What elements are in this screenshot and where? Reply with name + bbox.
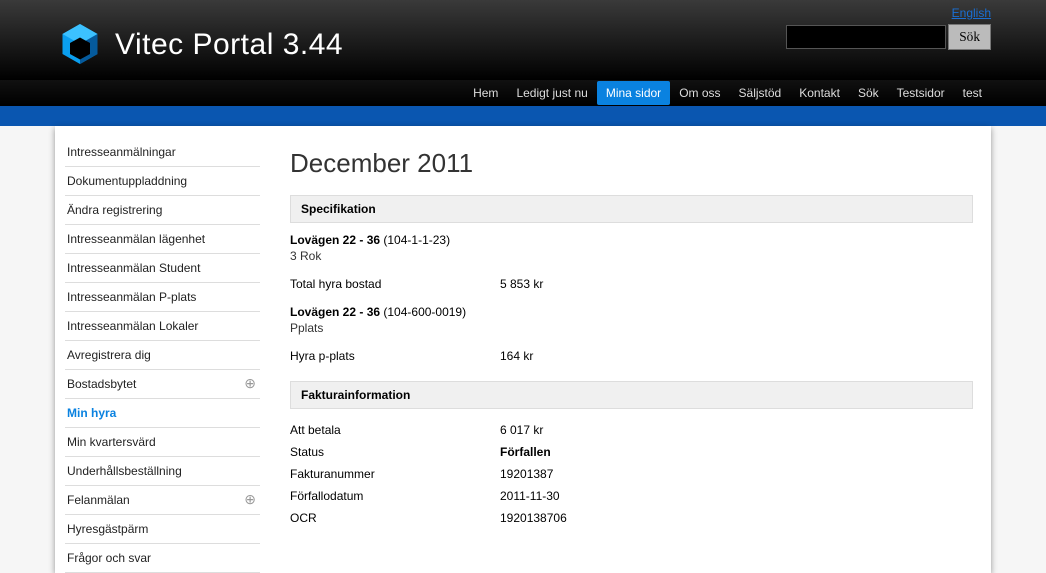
page-title: December 2011 [290,148,973,179]
section-header-spec: Specifikation [290,195,973,223]
invoice-row-value: Förfallen [500,445,551,459]
sidebar-item-dokumentuppladdning[interactable]: Dokumentuppladdning [65,167,260,196]
spec2-type: Pplats [290,319,973,335]
nav-item-säljstöd[interactable]: Säljstöd [730,81,791,105]
nav-item-testsidor[interactable]: Testsidor [888,81,954,105]
sidebar: IntresseanmälningarDokumentuppladdningÄn… [65,138,260,573]
sidebar-item-bostadsbytet[interactable]: Bostadsbytet⊕ [65,370,260,399]
sidebar-item-intresseanm-lan-student[interactable]: Intresseanmälan Student [65,254,260,283]
nav-item-sök[interactable]: Sök [849,81,888,105]
spec2-code: (104-600-0019) [380,305,466,319]
sidebar-item--ndra-registrering[interactable]: Ändra registrering [65,196,260,225]
sidebar-item-avregistrera-dig[interactable]: Avregistrera dig [65,341,260,370]
invoice-row-value: 6 017 kr [500,423,543,437]
search-input[interactable] [786,25,946,49]
sidebar-item-fr-gor-och-svar[interactable]: Frågor och svar [65,544,260,573]
sidebar-item-intresseanm-lan-p-plats[interactable]: Intresseanmälan P-plats [65,283,260,312]
top-bar: English Sök Vitec Portal 3.44 [0,0,1046,80]
main-content: December 2011 Specifikation Lovägen 22 -… [290,138,973,573]
sidebar-item-underh-llsbest-llning[interactable]: Underhållsbeställning [65,457,260,486]
sidebar-item-min-hyra[interactable]: Min hyra [65,399,260,428]
content-area: IntresseanmälningarDokumentuppladdningÄn… [0,126,1046,573]
section-header-invoice: Fakturainformation [290,381,973,409]
invoice-row: Förfallodatum2011-11-30 [290,485,973,507]
sidebar-item-hyresg-stp-rm[interactable]: Hyresgästpärm [65,515,260,544]
invoice-row: Att betala6 017 kr [290,419,973,441]
spec2-row-label: Hyra p-plats [290,349,500,363]
spec1-row-value: 5 853 kr [500,277,543,291]
spec1-code: (104-1-1-23) [380,233,450,247]
spec1-row-label: Total hyra bostad [290,277,500,291]
search-button[interactable]: Sök [948,24,991,50]
language-link[interactable]: English [952,6,991,20]
expand-icon[interactable]: ⊕ [244,377,256,389]
nav-item-test[interactable]: test [954,81,991,105]
nav-item-om-oss[interactable]: Om oss [670,81,729,105]
spec2-name: Lovägen 22 - 36 [290,305,380,319]
sidebar-item-intresseanm-lningar[interactable]: Intresseanmälningar [65,138,260,167]
sidebar-item-min-kvartersv-rd[interactable]: Min kvartersvärd [65,428,260,457]
nav-item-kontakt[interactable]: Kontakt [790,81,849,105]
nav-item-mina-sidor[interactable]: Mina sidor [597,81,670,105]
logo-text: Vitec Portal 3.44 [115,28,343,62]
invoice-row-label: Status [290,445,500,459]
sidebar-item-intresseanm-lan-l-genhet[interactable]: Intresseanmälan lägenhet [65,225,260,254]
nav-bar: HemLedigt just nuMina sidorOm ossSäljstö… [0,80,1046,106]
invoice-row-label: OCR [290,511,500,525]
expand-icon[interactable]: ⊕ [244,493,256,505]
invoice-row-value: 19201387 [500,467,553,481]
logo-icon [55,20,105,70]
nav-item-ledigt-just-nu[interactable]: Ledigt just nu [507,81,596,105]
invoice-row-value: 1920138706 [500,511,567,525]
spec2-row-value: 164 kr [500,349,533,363]
spec1-type: 3 Rok [290,247,973,263]
blue-strip [0,106,1046,126]
invoice-row: StatusFörfallen [290,441,973,463]
sidebar-item-intresseanm-lan-lokaler[interactable]: Intresseanmälan Lokaler [65,312,260,341]
spec1-name: Lovägen 22 - 36 [290,233,380,247]
nav-item-hem[interactable]: Hem [464,81,507,105]
invoice-row-label: Fakturanummer [290,467,500,481]
invoice-row-label: Att betala [290,423,500,437]
invoice-row: OCR1920138706 [290,507,973,529]
invoice-row-value: 2011-11-30 [500,489,560,503]
logo[interactable]: Vitec Portal 3.44 [55,20,343,70]
invoice-row: Fakturanummer19201387 [290,463,973,485]
invoice-row-label: Förfallodatum [290,489,500,503]
search-box: Sök [786,24,991,50]
sidebar-item-felanm-lan[interactable]: Felanmälan⊕ [65,486,260,515]
